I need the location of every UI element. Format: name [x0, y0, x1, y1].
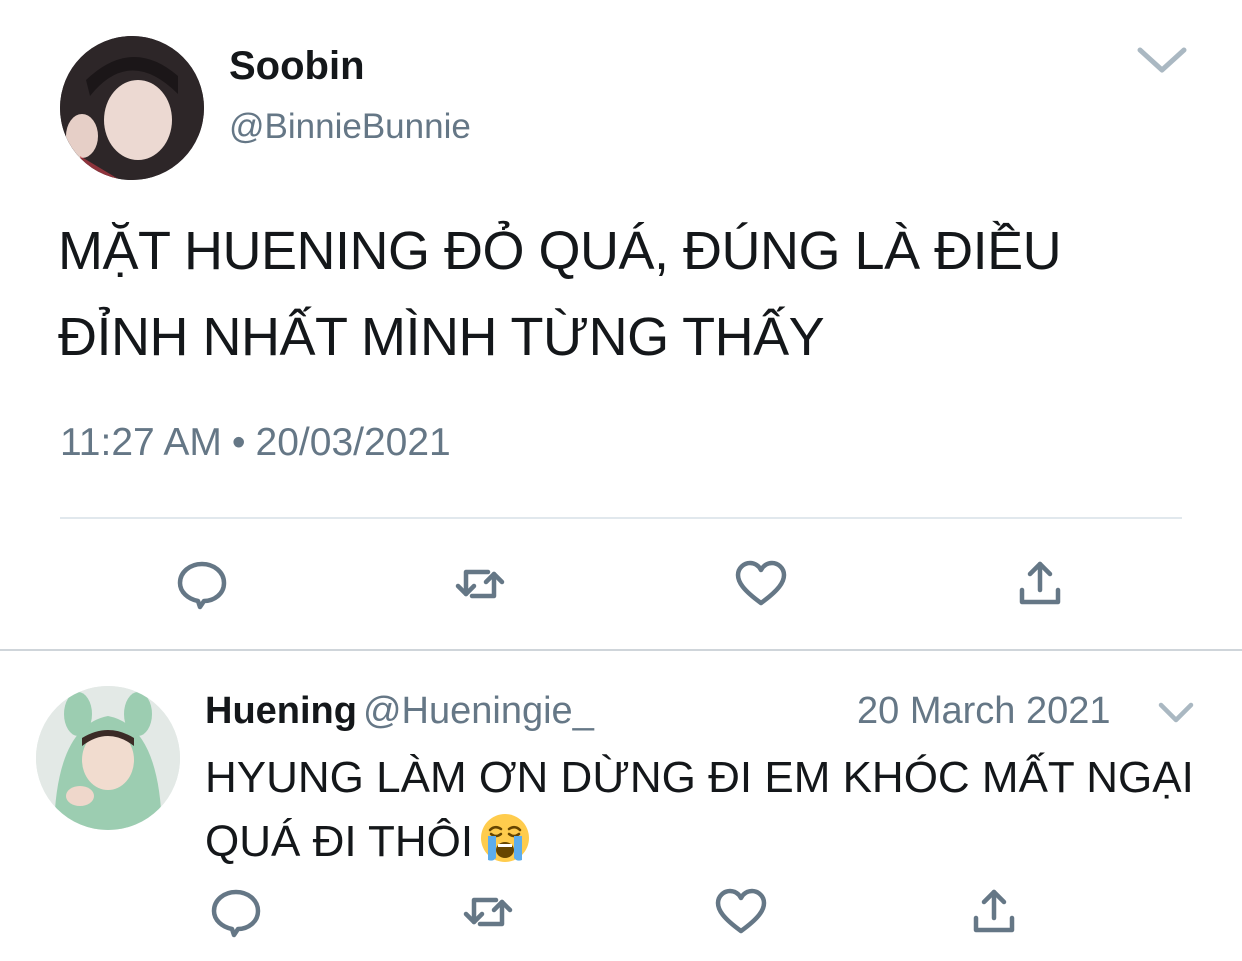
divider: [60, 517, 1182, 519]
avatar[interactable]: [60, 36, 204, 180]
retweet-icon[interactable]: [460, 884, 516, 940]
reply-text-block: HYUNG LÀM ƠN DỪNG ĐI EM KHÓC MẤT NGẠI QU…: [205, 746, 1205, 874]
reply-avatar-photo: [36, 686, 180, 830]
tweet-text: MẶT HUENING ĐỎ QUÁ, ĐÚNG LÀ ĐIỀU ĐỈNH NH…: [58, 221, 1062, 367]
tweet-date: 20/03/2021: [255, 421, 451, 464]
share-icon[interactable]: [966, 884, 1022, 940]
reply-icon[interactable]: [208, 884, 264, 940]
chevron-down-icon[interactable]: [1156, 700, 1196, 726]
crying-face-icon: [479, 812, 531, 864]
timestamp-separator: •: [231, 421, 246, 464]
reply-text: HYUNG LÀM ƠN DỪNG ĐI EM KHÓC MẤT NGẠI QU…: [205, 753, 1194, 866]
thread-divider: [0, 649, 1242, 651]
tweet-timestamp[interactable]: 11:27 AM • 20/03/2021: [60, 421, 451, 465]
reply-author-handle[interactable]: @Hueningie_: [363, 690, 594, 732]
reply-header: Huening @Hueningie_: [205, 690, 594, 733]
avatar-photo: [60, 36, 204, 180]
author-name[interactable]: Soobin: [229, 44, 365, 89]
like-icon[interactable]: [733, 556, 789, 612]
retweet-icon[interactable]: [452, 556, 508, 612]
reply-icon[interactable]: [174, 556, 230, 612]
share-icon[interactable]: [1012, 556, 1068, 612]
author-handle[interactable]: @BinnieBunnie: [229, 107, 471, 147]
tweet-time: 11:27 AM: [60, 421, 222, 464]
reply-avatar[interactable]: [36, 686, 180, 830]
reply-author-name[interactable]: Huening: [205, 690, 357, 732]
chevron-down-icon[interactable]: [1134, 42, 1190, 78]
reply-date[interactable]: 20 March 2021: [857, 690, 1111, 733]
like-icon[interactable]: [713, 884, 769, 940]
